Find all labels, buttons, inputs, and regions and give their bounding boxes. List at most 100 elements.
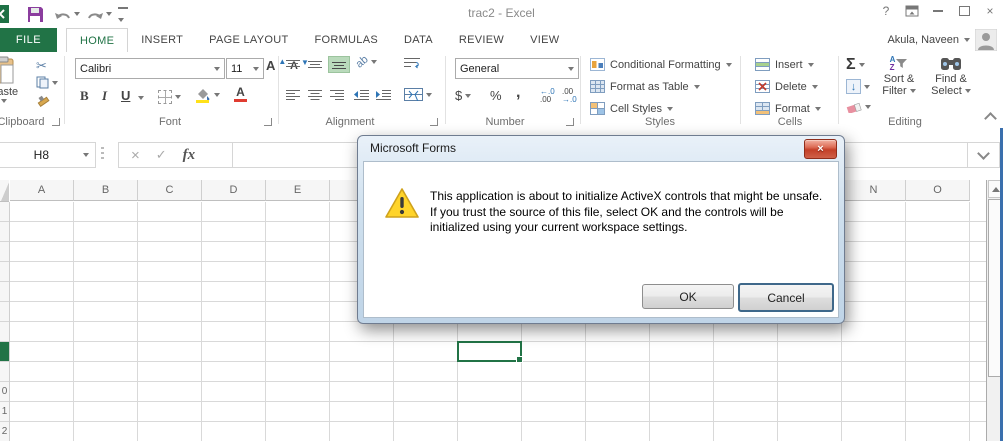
enter-formula-button[interactable]: ✓ (156, 147, 167, 163)
tab-page-layout[interactable]: PAGE LAYOUT (196, 28, 301, 52)
align-left-button[interactable] (286, 89, 300, 100)
column-header-C[interactable]: C (138, 180, 202, 201)
copy-button[interactable] (36, 76, 58, 89)
cancel-formula-button[interactable]: × (131, 147, 140, 164)
column-header-O[interactable]: O (906, 180, 970, 201)
row-header-3[interactable] (0, 242, 9, 262)
row-header-8[interactable] (0, 342, 9, 362)
font-family-combo[interactable]: Calibri (75, 58, 225, 79)
column-header-B[interactable]: B (74, 180, 138, 201)
middle-align-button[interactable] (308, 59, 322, 70)
percent-style-button[interactable]: % (490, 88, 502, 103)
align-center-button[interactable] (308, 89, 322, 100)
decrease-decimal-button[interactable]: .00 →.0 (562, 88, 577, 104)
cell-styles-icon (590, 102, 605, 115)
bold-button[interactable]: B (80, 88, 89, 104)
increase-decimal-button[interactable]: ←.0.00 (540, 88, 555, 104)
fill-button[interactable]: ↓ (846, 79, 870, 94)
borders-button[interactable] (158, 90, 181, 104)
cut-button[interactable]: ✂ (36, 58, 47, 74)
number-dialog-launcher[interactable] (566, 118, 574, 126)
clear-button[interactable] (846, 101, 871, 113)
clipboard-group-label: Clipboard (0, 116, 45, 128)
column-header-D[interactable]: D (202, 180, 266, 201)
select-all-corner[interactable] (0, 180, 9, 202)
cancel-button[interactable]: Cancel (738, 283, 834, 312)
align-left-icon (286, 90, 300, 100)
format-as-table-button[interactable]: Format as Table (590, 80, 700, 93)
tab-file[interactable]: FILE (0, 28, 57, 52)
bottom-align-button[interactable] (328, 56, 350, 73)
tab-insert[interactable]: INSERT (128, 28, 196, 52)
find-select-button[interactable]: Find & Select (928, 56, 974, 97)
italic-button[interactable]: I (102, 88, 107, 104)
increase-indent-button[interactable] (376, 89, 391, 100)
alignment-dialog-launcher[interactable] (430, 118, 438, 126)
conditional-formatting-label: Conditional Formatting (610, 58, 721, 71)
paste-button[interactable]: Paste (0, 56, 18, 103)
column-header-N[interactable]: N (842, 180, 906, 201)
row-header-12[interactable]: 2 (0, 422, 9, 441)
font-color-bar (234, 99, 247, 102)
top-align-button[interactable] (286, 59, 300, 70)
comma-style-button[interactable]: , (516, 84, 520, 102)
row-header-11[interactable]: 1 (0, 402, 9, 422)
row-header-9[interactable] (0, 362, 9, 382)
fill-handle[interactable] (516, 356, 523, 363)
maximize-button[interactable] (951, 0, 977, 22)
align-right-button[interactable] (330, 89, 344, 100)
selected-cell-H8[interactable] (457, 341, 523, 363)
help-button[interactable]: ? (873, 0, 899, 22)
row-header-1[interactable] (0, 202, 9, 222)
tab-review[interactable]: REVIEW (446, 28, 517, 52)
insert-function-button[interactable]: fx (183, 147, 196, 164)
name-box[interactable]: H8 (0, 142, 96, 168)
ribbon-display-options-button[interactable] (899, 0, 925, 22)
fill-color-button[interactable] (194, 87, 220, 103)
row-header-5[interactable] (0, 282, 9, 302)
number-format-combo[interactable]: General (455, 58, 579, 79)
tab-home[interactable]: HOME (66, 28, 129, 52)
column-header-A[interactable]: A (10, 180, 74, 201)
row-header-10[interactable]: 0 (0, 382, 9, 402)
orientation-button[interactable]: ab (354, 53, 378, 71)
row-header-2[interactable] (0, 222, 9, 242)
user-account[interactable]: Akula, Naveen (887, 29, 997, 51)
font-dialog-launcher[interactable] (264, 118, 272, 126)
wrap-text-button[interactable] (404, 57, 420, 69)
cell-styles-button[interactable]: Cell Styles (590, 102, 673, 115)
tab-data[interactable]: DATA (391, 28, 446, 52)
font-color-button[interactable]: A (234, 86, 247, 102)
close-button[interactable]: × (977, 0, 1003, 22)
row-header-4[interactable] (0, 262, 9, 282)
row-header-6[interactable] (0, 302, 9, 322)
sort-filter-button[interactable]: AZ Sort & Filter (876, 56, 922, 97)
conditional-formatting-button[interactable]: Conditional Formatting (590, 58, 732, 71)
format-painter-icon (37, 95, 50, 107)
minimize-button[interactable] (925, 0, 951, 22)
expand-formula-bar-button[interactable] (967, 142, 1000, 168)
clear-icon (846, 102, 862, 113)
tab-view[interactable]: VIEW (517, 28, 572, 52)
accounting-format-button[interactable]: $ (455, 88, 472, 103)
autosum-button[interactable]: Σ (846, 56, 865, 74)
decrease-indent-button[interactable] (354, 89, 369, 100)
collapse-ribbon-button[interactable] (984, 112, 997, 126)
underline-button[interactable]: U (121, 88, 130, 103)
borders-dropdown-icon (175, 95, 181, 99)
font-size-combo[interactable]: 11 (226, 58, 264, 79)
tab-formulas[interactable]: FORMULAS (301, 28, 391, 52)
increase-font-size-button[interactable]: A ▲ (266, 57, 286, 73)
row-header-7[interactable] (0, 322, 9, 342)
dialog-close-button[interactable]: × (804, 139, 837, 159)
underline-dropdown-icon[interactable] (138, 96, 144, 100)
delete-cells-button[interactable]: Delete (755, 80, 818, 93)
column-header-E[interactable]: E (266, 180, 330, 201)
merge-center-button[interactable] (404, 88, 432, 101)
ok-button[interactable]: OK (642, 284, 734, 309)
format-painter-button[interactable] (36, 94, 51, 107)
insert-cells-button[interactable]: Insert (755, 58, 814, 71)
formula-bar-grip[interactable] (101, 147, 104, 161)
format-cells-button[interactable]: Format (755, 102, 821, 115)
clipboard-dialog-launcher[interactable] (52, 118, 60, 126)
